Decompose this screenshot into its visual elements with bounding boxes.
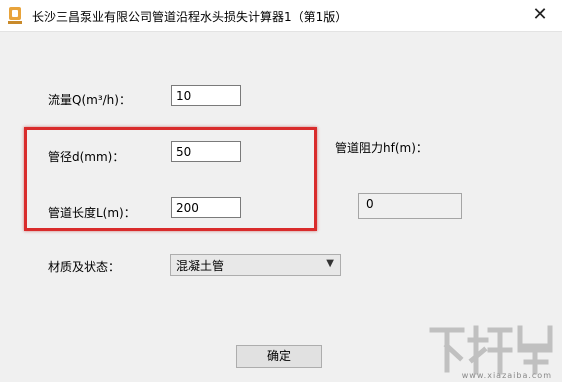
flow-input[interactable] — [171, 85, 241, 106]
material-select[interactable]: 混凝土管 ▼ — [170, 254, 341, 276]
length-input[interactable] — [171, 197, 241, 218]
length-label: 管道长度L(m)： — [48, 206, 136, 220]
resistance-label: 管道阻力hf(m)： — [335, 141, 428, 155]
watermark-url: www.xiazaiba.com — [461, 371, 552, 380]
material-select-value: 混凝土管 — [176, 259, 225, 273]
close-button[interactable]: ✕ — [518, 0, 562, 31]
material-label: 材质及状态： — [48, 260, 121, 274]
title-bar: 长沙三昌泵业有限公司管道沿程水头损失计算器1（第1版） ✕ — [0, 0, 562, 32]
diameter-input[interactable] — [171, 141, 241, 162]
resistance-output: 0 — [358, 193, 462, 219]
chevron-down-icon: ▼ — [326, 258, 334, 269]
ok-button[interactable]: 确定 — [236, 345, 322, 368]
window-title: 长沙三昌泵业有限公司管道沿程水头损失计算器1（第1版） — [32, 10, 348, 24]
flow-label: 流量Q(m³/h)： — [48, 93, 131, 107]
diameter-label: 管径d(mm)： — [48, 150, 125, 164]
pump-logo-icon — [8, 7, 22, 24]
